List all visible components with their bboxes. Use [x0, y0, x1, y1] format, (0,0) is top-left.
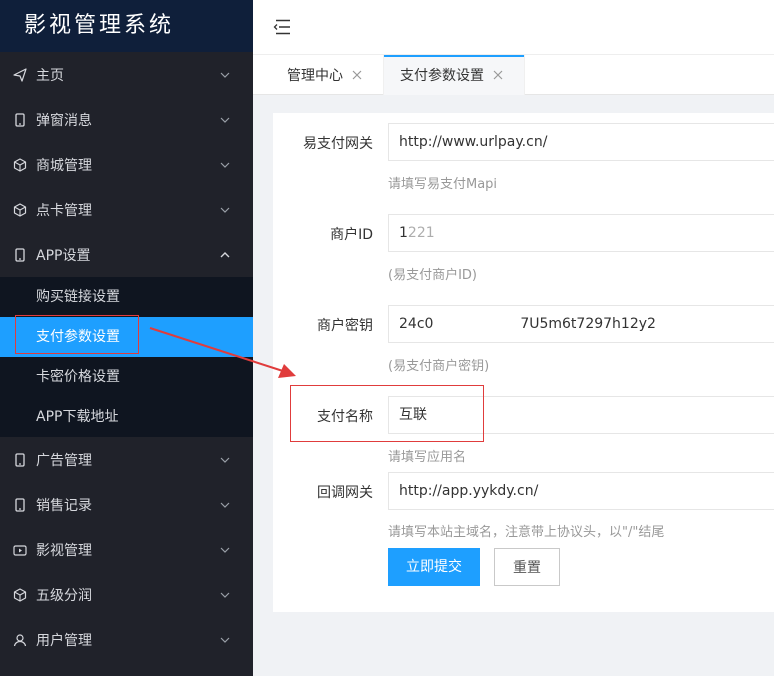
annotation-arrow: [149, 327, 296, 378]
